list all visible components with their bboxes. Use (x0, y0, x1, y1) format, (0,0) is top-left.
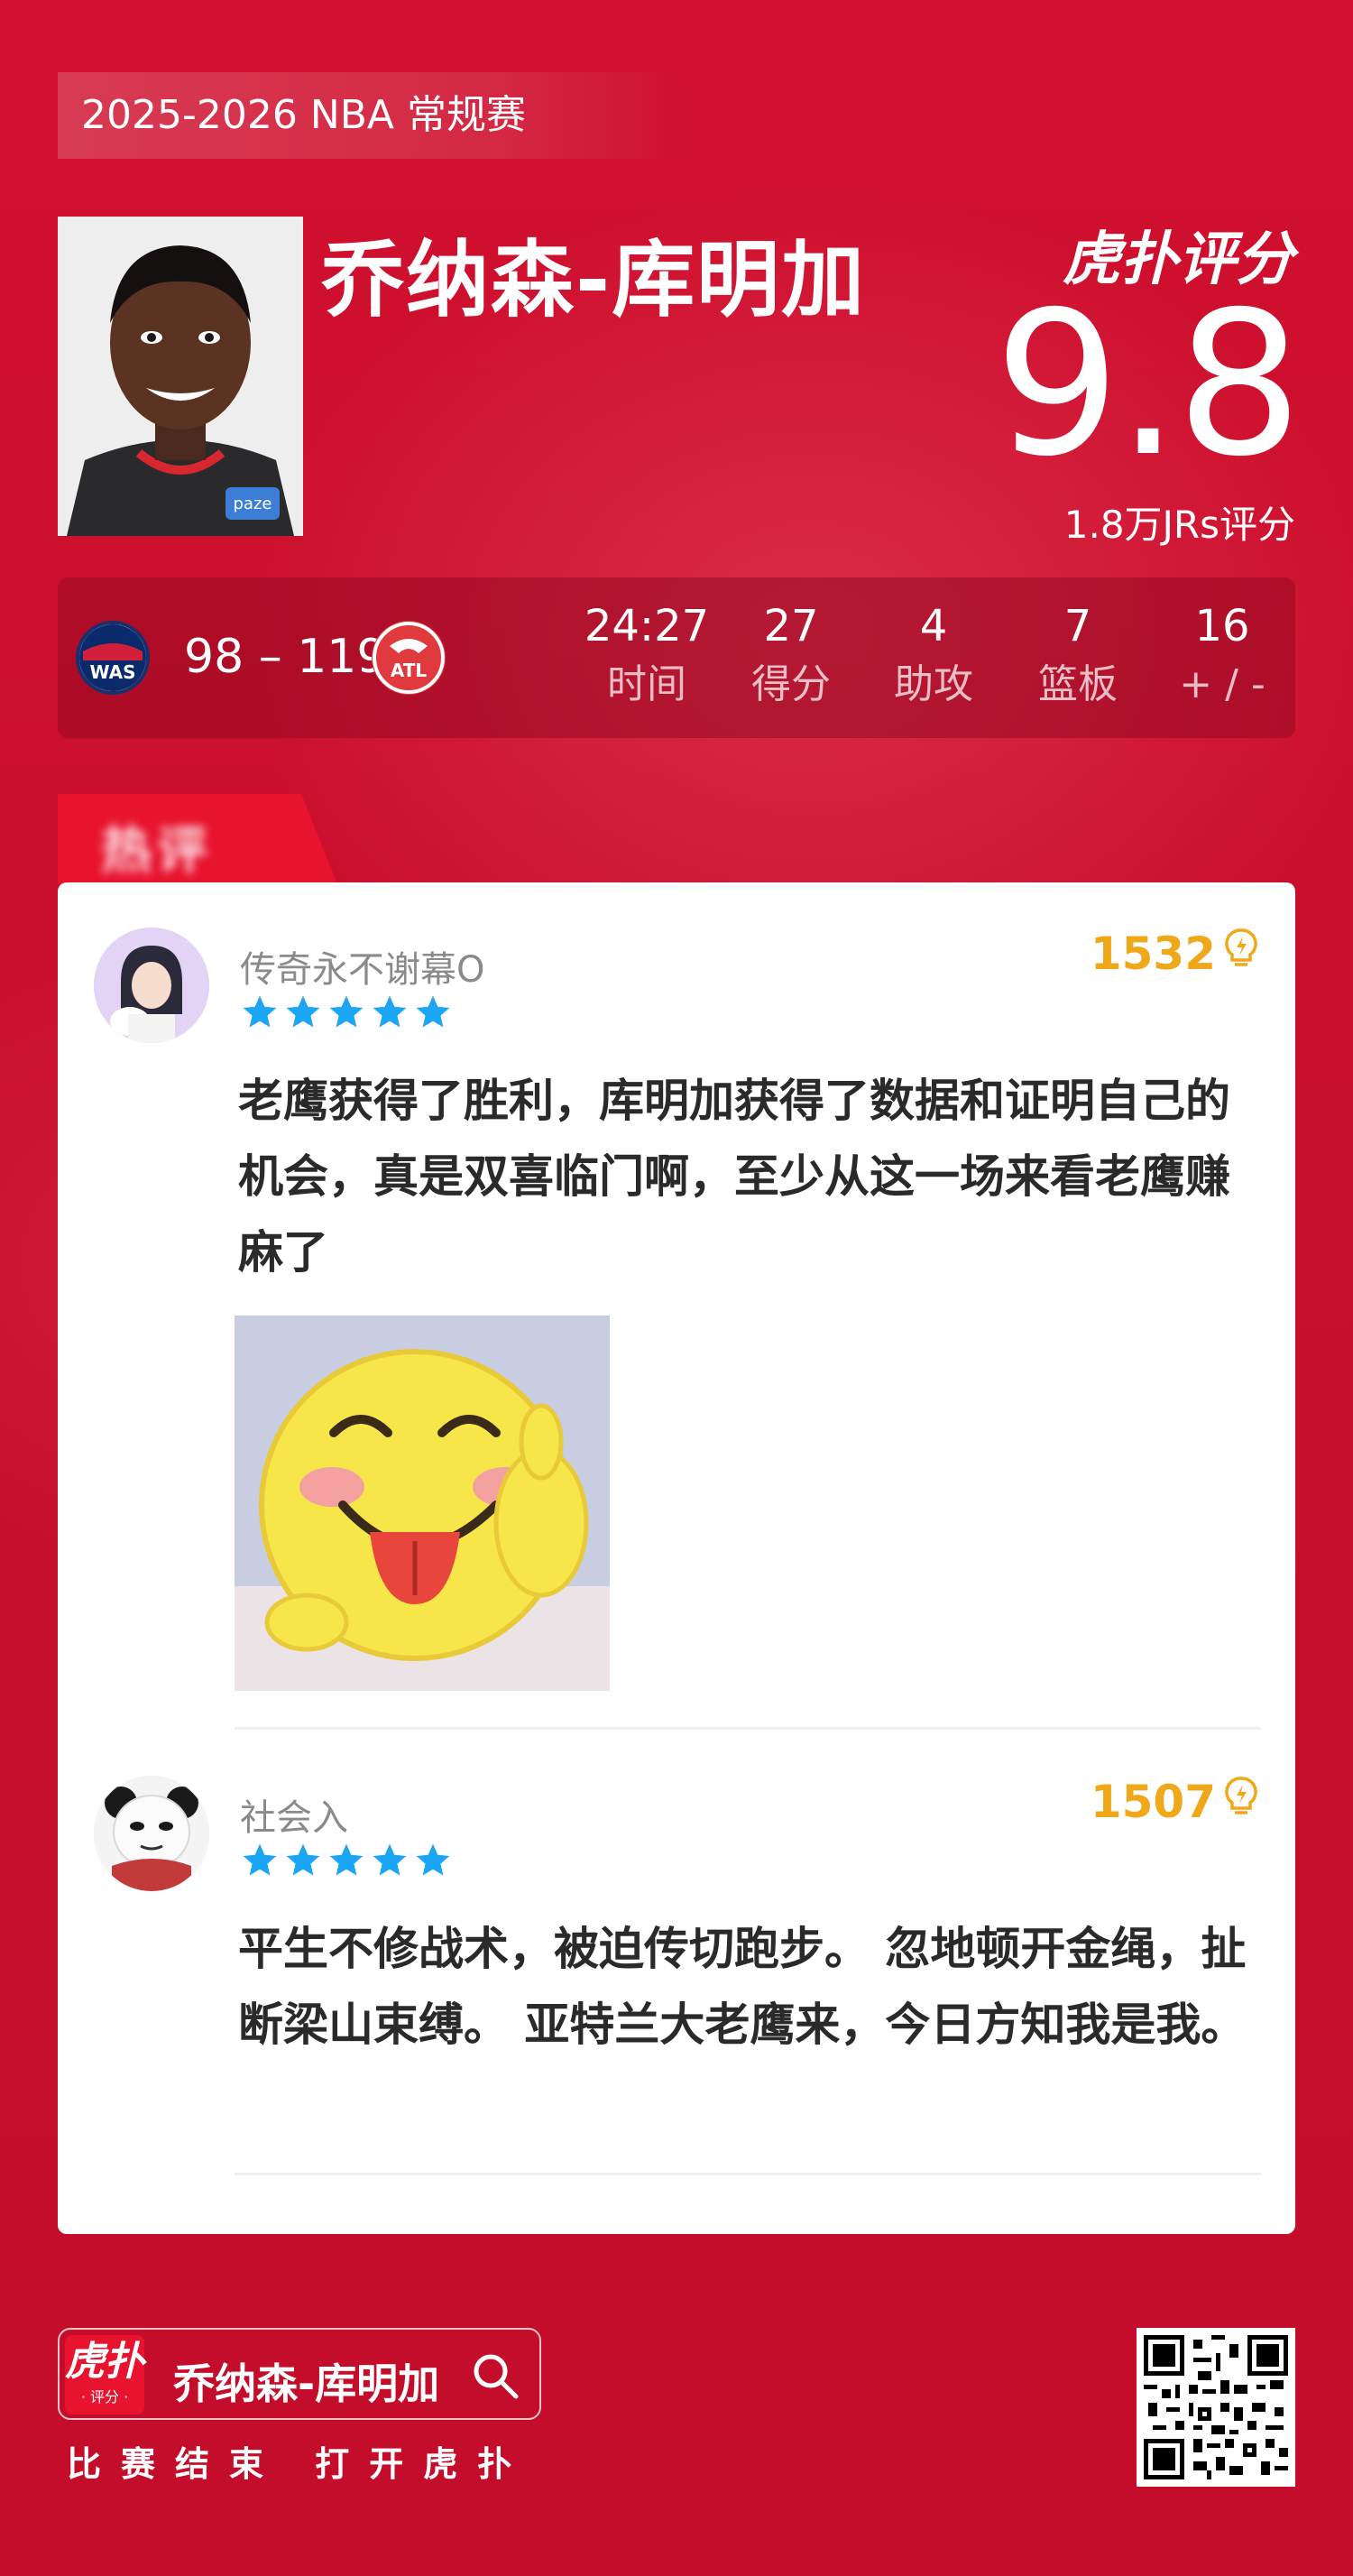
player-name: 乔纳森-库明加 (321, 232, 867, 328)
svg-text:paze: paze (234, 494, 272, 513)
hupu-logo-sub: · 评分 · (80, 2388, 129, 2405)
stat-label: 助攻 (894, 661, 973, 707)
comments-card: 传奇永不谢幕O 1532 老鹰获得了胜利，库明加获得了数据和证明自己的机会，真是… (58, 882, 1295, 2234)
stat-value: 4 (919, 601, 948, 651)
stat-label: 得分 (751, 661, 831, 707)
star-icon (286, 995, 320, 1028)
stat-value: 7 (1063, 601, 1092, 651)
team-abbr-home: WAS (89, 661, 135, 683)
comment-username[interactable]: 传奇永不谢幕O (240, 940, 484, 993)
comment-likes[interactable]: 1532 (1091, 928, 1259, 980)
season-label: 2025-2026 NBA 常规赛 (58, 72, 689, 159)
comment-text: 老鹰获得了胜利，库明加获得了数据和证明自己的机会，真是双喜临门啊，至少从这一场来… (238, 1075, 1230, 1279)
stat-value: 27 (763, 601, 819, 651)
comment-username[interactable]: 社会入 (240, 1788, 348, 1841)
star-icon (243, 995, 277, 1028)
game-score: 98 – 119 (184, 630, 387, 684)
hupu-app-logo: 虎扑 · 评分 · (65, 2335, 144, 2414)
avatar[interactable] (94, 928, 209, 1043)
stat-label: + / - (1179, 661, 1266, 707)
stat-plus-minus: 16 + / - (1155, 599, 1290, 716)
footer-tagline: 比赛结束 打开虎扑 (67, 2444, 532, 2484)
stat-label: 时间 (607, 661, 686, 707)
team-logo-atl: ATL (372, 621, 446, 695)
rater-count: 1.8万JRs评分 (1063, 503, 1295, 547)
like-count: 1532 (1090, 928, 1216, 980)
stat-points: 27 得分 (723, 599, 859, 716)
rating-stars (240, 993, 453, 1034)
team-logo-was: WAS (76, 621, 150, 695)
player-rating: 9.8 (994, 269, 1302, 500)
search-query: 乔纳森-库明加 (173, 2359, 440, 2408)
comment-divider (235, 1727, 1261, 1730)
hupu-logo-text: 虎扑 (65, 2339, 144, 2385)
rating-stars (240, 1841, 453, 1882)
like-count: 1507 (1090, 1776, 1216, 1828)
stat-value: 16 (1194, 601, 1250, 651)
lightbulb-icon (1223, 1776, 1259, 1828)
stat-label: 篮板 (1038, 661, 1118, 707)
star-icon (329, 1843, 364, 1876)
stat-rebounds: 7 篮板 (1010, 599, 1146, 716)
qr-code[interactable] (1137, 2328, 1295, 2487)
lightbulb-icon (1223, 928, 1259, 980)
comment-divider (235, 2173, 1261, 2175)
hot-comments-tab-label: 热评 (101, 822, 213, 881)
comment-image[interactable] (235, 1316, 610, 1691)
avatar[interactable] (94, 1776, 209, 1891)
star-icon (373, 995, 407, 1028)
star-icon (373, 1843, 407, 1876)
game-stats-bar: WAS 98 – 119 ATL 24:27 时间 27 得分 4 助攻 7 篮… (58, 577, 1295, 738)
search-bar[interactable]: 虎扑 · 评分 · 乔纳森-库明加 (58, 2328, 541, 2420)
comment-likes[interactable]: 1507 (1091, 1776, 1259, 1828)
stat-assists: 4 助攻 (866, 599, 1001, 716)
stat-value: 24:27 (584, 601, 710, 651)
comment-text: 平生不修战术，被迫传切跑步。 忽地顿开金绳，扯断梁山束缚。 亚特兰大老鹰来，今日… (238, 1923, 1247, 2051)
star-icon (329, 995, 364, 1028)
search-icon (474, 2354, 519, 2399)
team-abbr-away: ATL (391, 660, 428, 681)
stat-minutes: 24:27 时间 (579, 599, 714, 716)
hot-comments-tab[interactable]: 热评 (58, 794, 337, 884)
star-icon (416, 1843, 450, 1876)
player-photo: paze (58, 217, 303, 536)
star-icon (416, 995, 450, 1028)
star-icon (286, 1843, 320, 1876)
star-icon (243, 1843, 277, 1876)
